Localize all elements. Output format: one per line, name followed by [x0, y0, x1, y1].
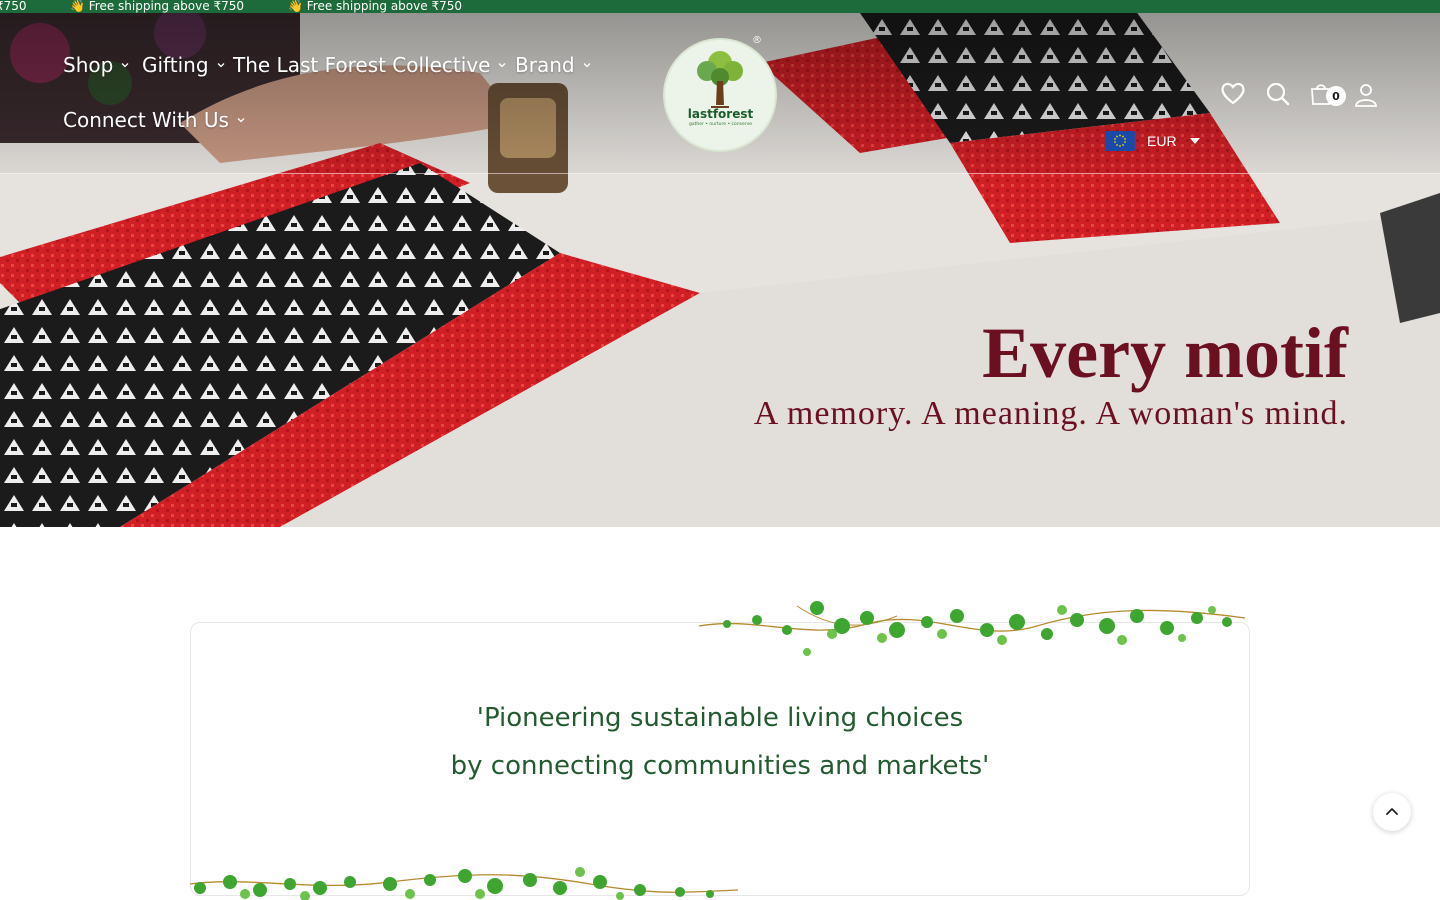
eu-flag-icon	[1105, 130, 1135, 151]
announcement-message: ₹750	[0, 0, 27, 13]
mission-line-2: by connecting communities and markets'	[450, 751, 990, 781]
logo-tagline: gather • nurture • conserve	[688, 122, 753, 127]
nav-connect[interactable]: Connect With Us	[63, 108, 245, 132]
chevron-down-icon	[217, 63, 224, 68]
nav-collective[interactable]: The Last Forest Collective	[233, 53, 506, 77]
search-icon[interactable]	[1264, 80, 1292, 108]
mission-statement: 'Pioneering sustainable living choices b…	[190, 694, 1250, 790]
chevron-down-icon	[121, 63, 129, 68]
back-to-top-button[interactable]	[1373, 793, 1411, 831]
chevron-down-icon	[237, 118, 245, 123]
header-divider	[0, 173, 1440, 174]
nav-label: Shop	[63, 53, 114, 77]
nav-label: The Last Forest Collective	[233, 53, 491, 77]
logo-mark	[663, 38, 777, 152]
user-icon[interactable]	[1352, 81, 1380, 109]
brand-logo[interactable]: ® lastforest gather • nurture • conserve	[663, 33, 778, 153]
announcement-bar: ₹750 👋 Free shipping above ₹750 👋 Free s…	[0, 0, 1440, 13]
nav-shop[interactable]: Shop	[63, 53, 129, 77]
nav-label: Brand	[515, 53, 575, 77]
nav-label: Connect With Us	[63, 108, 229, 132]
logo-wordmark: lastforest	[687, 107, 754, 121]
nav-brand[interactable]: Brand	[515, 53, 591, 77]
hero-banner[interactable]: Shop Gifting The Last Forest Collective …	[0, 13, 1440, 527]
mission-line-1: 'Pioneering sustainable living choices	[476, 703, 964, 733]
chevron-down-icon	[583, 63, 591, 68]
caret-down-icon	[1189, 137, 1200, 144]
announcement-message: 👋 Free shipping above ₹750	[70, 0, 244, 13]
announcement-message: 👋 Free shipping above ₹750	[288, 0, 462, 13]
ivy-vine-decoration	[698, 601, 1246, 656]
cart-count-badge: 0	[1326, 86, 1346, 106]
hero-subline: A memory. A meaning. A woman's mind.	[753, 395, 1348, 432]
ivy-vine-decoration	[190, 867, 739, 900]
chevron-up-icon	[1386, 808, 1398, 815]
chevron-down-icon	[499, 63, 506, 68]
hero-headline: Every motif	[982, 313, 1348, 393]
nav-label: Gifting	[142, 53, 209, 77]
nav-gifting[interactable]: Gifting	[142, 53, 225, 77]
currency-code: EUR	[1147, 132, 1177, 149]
heart-icon[interactable]	[1219, 79, 1247, 107]
currency-selector[interactable]: EUR	[1105, 130, 1201, 151]
registered-mark: ®	[752, 35, 762, 46]
